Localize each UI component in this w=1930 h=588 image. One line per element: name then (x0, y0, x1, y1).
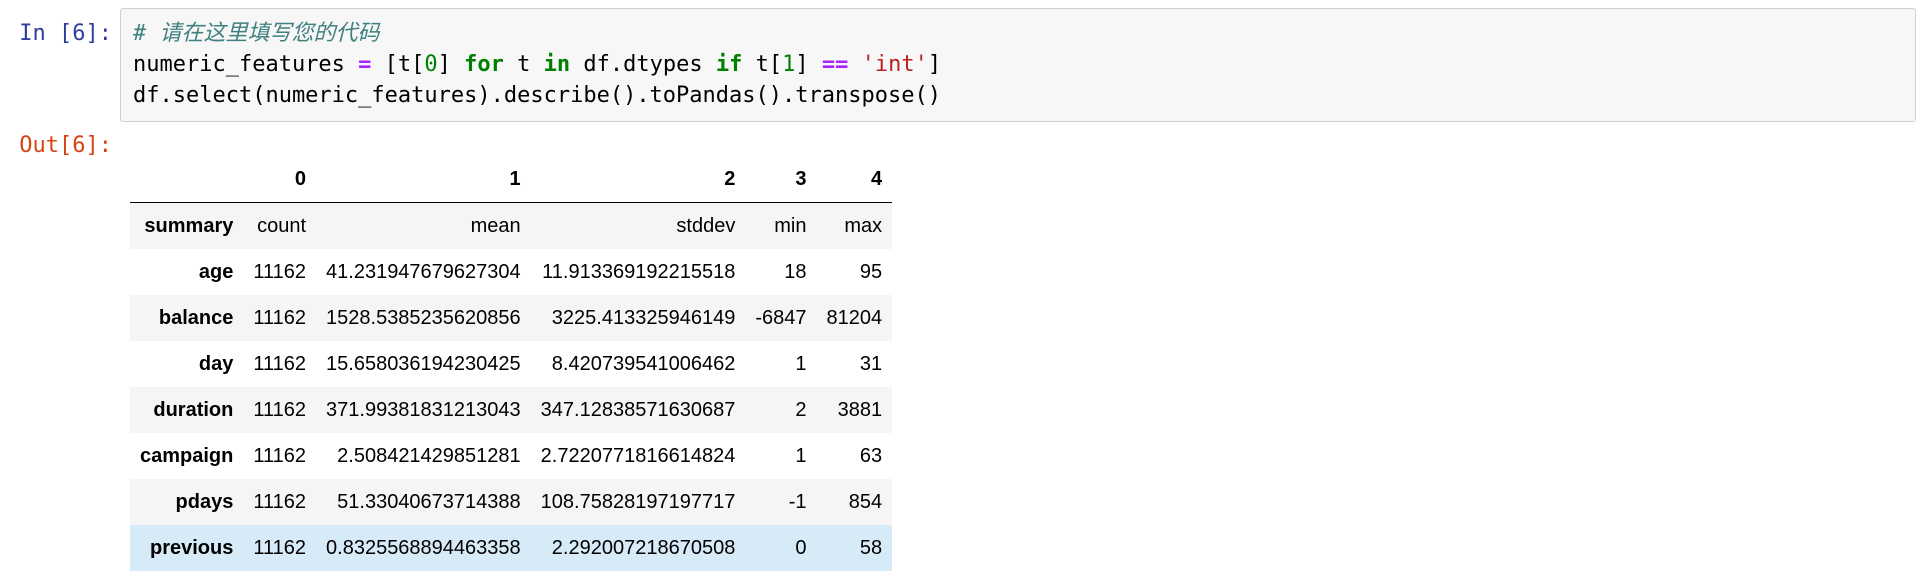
table-row: day 11162 15.658036194230425 8.420739541… (130, 341, 892, 387)
code-line-3: df.select(numeric_features).describe().t… (133, 83, 941, 108)
column-header: 1 (316, 156, 531, 203)
column-header: 0 (243, 156, 317, 203)
column-header: 4 (816, 156, 893, 203)
output-area: 0 1 2 3 4 summary count mean stddev min … (130, 156, 893, 571)
row-index: previous (150, 536, 234, 559)
code-token: t[ (742, 52, 783, 77)
table-cell: 11162 (253, 444, 307, 467)
row-index: summary (144, 214, 234, 237)
column-header (130, 156, 244, 203)
table-cell: max (844, 214, 883, 237)
table-row: pdays 11162 51.33040673714388 108.758281… (130, 479, 893, 525)
table-cell: 1528.5385235620856 (326, 306, 521, 329)
code-comment: # 请在这里填写您的代码 (133, 21, 380, 46)
input-prompt: In [6]: (19, 21, 112, 46)
table-cell: 58 (859, 536, 883, 559)
code-token: ] (437, 52, 465, 77)
code-token: 'int' (861, 52, 928, 77)
table-cell: 347.12838571630687 (540, 398, 736, 421)
code-token: = (358, 52, 372, 77)
table-row: duration 11162 371.99381831213043 347.12… (130, 387, 893, 433)
table-cell: 3881 (837, 398, 883, 421)
column-header: 3 (745, 156, 817, 203)
row-index: balance (158, 306, 234, 329)
table-header-row: 0 1 2 3 4 (130, 156, 893, 203)
table-cell: 11162 (253, 536, 307, 559)
code-token: df.dtypes (570, 52, 716, 77)
code-line-1: # 请在这里填写您的代码 (133, 18, 1903, 49)
table-cell: 63 (859, 444, 883, 467)
code-token: == (821, 52, 849, 77)
table-row: balance 11162 1528.5385235620856 3225.41… (130, 295, 893, 341)
row-index: duration (153, 398, 234, 421)
row-index: pdays (175, 490, 234, 513)
code-token: 1 (782, 52, 796, 77)
table-cell: 8.420739541006462 (551, 352, 736, 375)
table-cell: 0 (795, 536, 807, 559)
table-cell: 371.99381831213043 (326, 398, 521, 421)
table-cell: mean (470, 214, 521, 237)
table-cell: stddev (676, 214, 736, 237)
row-index: day (198, 352, 234, 375)
table-row: age 11162 41.231947679627304 11.91336919… (130, 249, 892, 295)
table-cell: 1 (795, 444, 807, 467)
table-cell: 2.7220771816614824 (540, 444, 736, 467)
table-row: campaign 11162 2.508421429851281 2.72207… (130, 433, 892, 479)
table-cell: 3225.413325946149 (551, 306, 736, 329)
table-row-hovered: previous 11162 0.8325568894463358 2.2920… (130, 525, 893, 571)
table-cell: 51.33040673714388 (337, 490, 521, 513)
row-index: age (198, 260, 234, 283)
table-cell: -1 (788, 490, 807, 513)
column-header: 2 (530, 156, 746, 203)
code-line-2: numeric_features = [t[0] for t in df.dty… (133, 49, 1903, 80)
table-cell: 15.658036194230425 (326, 352, 521, 375)
table-cell: count (257, 214, 307, 237)
code-token: numeric_features (133, 52, 359, 77)
table-row: summary count mean stddev min max (130, 202, 893, 249)
table-cell: 108.75828197197717 (540, 490, 736, 513)
table-cell: 11162 (253, 260, 307, 283)
code-token: if (715, 52, 743, 77)
table-cell: 11162 (253, 398, 307, 421)
row-index: campaign (140, 444, 234, 467)
code-token: t (503, 52, 544, 77)
table-cell: 11162 (253, 352, 307, 375)
table-cell: 0.8325568894463358 (326, 536, 521, 559)
table-cell: min (774, 214, 807, 237)
code-token: [t[ (371, 52, 425, 77)
code-token: 0 (424, 52, 438, 77)
table-cell: 1 (795, 352, 807, 375)
code-token: in (543, 52, 571, 77)
table-cell: 41.231947679627304 (326, 260, 521, 283)
table-cell: 18 (784, 260, 807, 283)
table-cell: 81204 (826, 306, 883, 329)
dataframe-table: 0 1 2 3 4 summary count mean stddev min … (130, 156, 893, 571)
table-cell: 11162 (253, 306, 307, 329)
code-token: for (464, 52, 504, 77)
table-cell: 2 (795, 398, 807, 421)
code-token: ] (795, 52, 822, 77)
table-cell: 2.508421429851281 (337, 444, 521, 467)
table-cell: 95 (859, 260, 883, 283)
table-cell: 31 (859, 352, 883, 375)
output-prompt: Out[6]: (19, 133, 112, 158)
code-editor[interactable]: # 请在这里填写您的代码 numeric_features = [t[0] fo… (120, 8, 1916, 122)
table-cell: 854 (848, 490, 883, 513)
table-cell: -6847 (755, 306, 807, 329)
table-cell: 2.292007218670508 (551, 536, 736, 559)
table-cell: 11.913369192215518 (542, 260, 736, 283)
code-token: ] (927, 52, 942, 77)
table-cell: 11162 (253, 490, 307, 513)
